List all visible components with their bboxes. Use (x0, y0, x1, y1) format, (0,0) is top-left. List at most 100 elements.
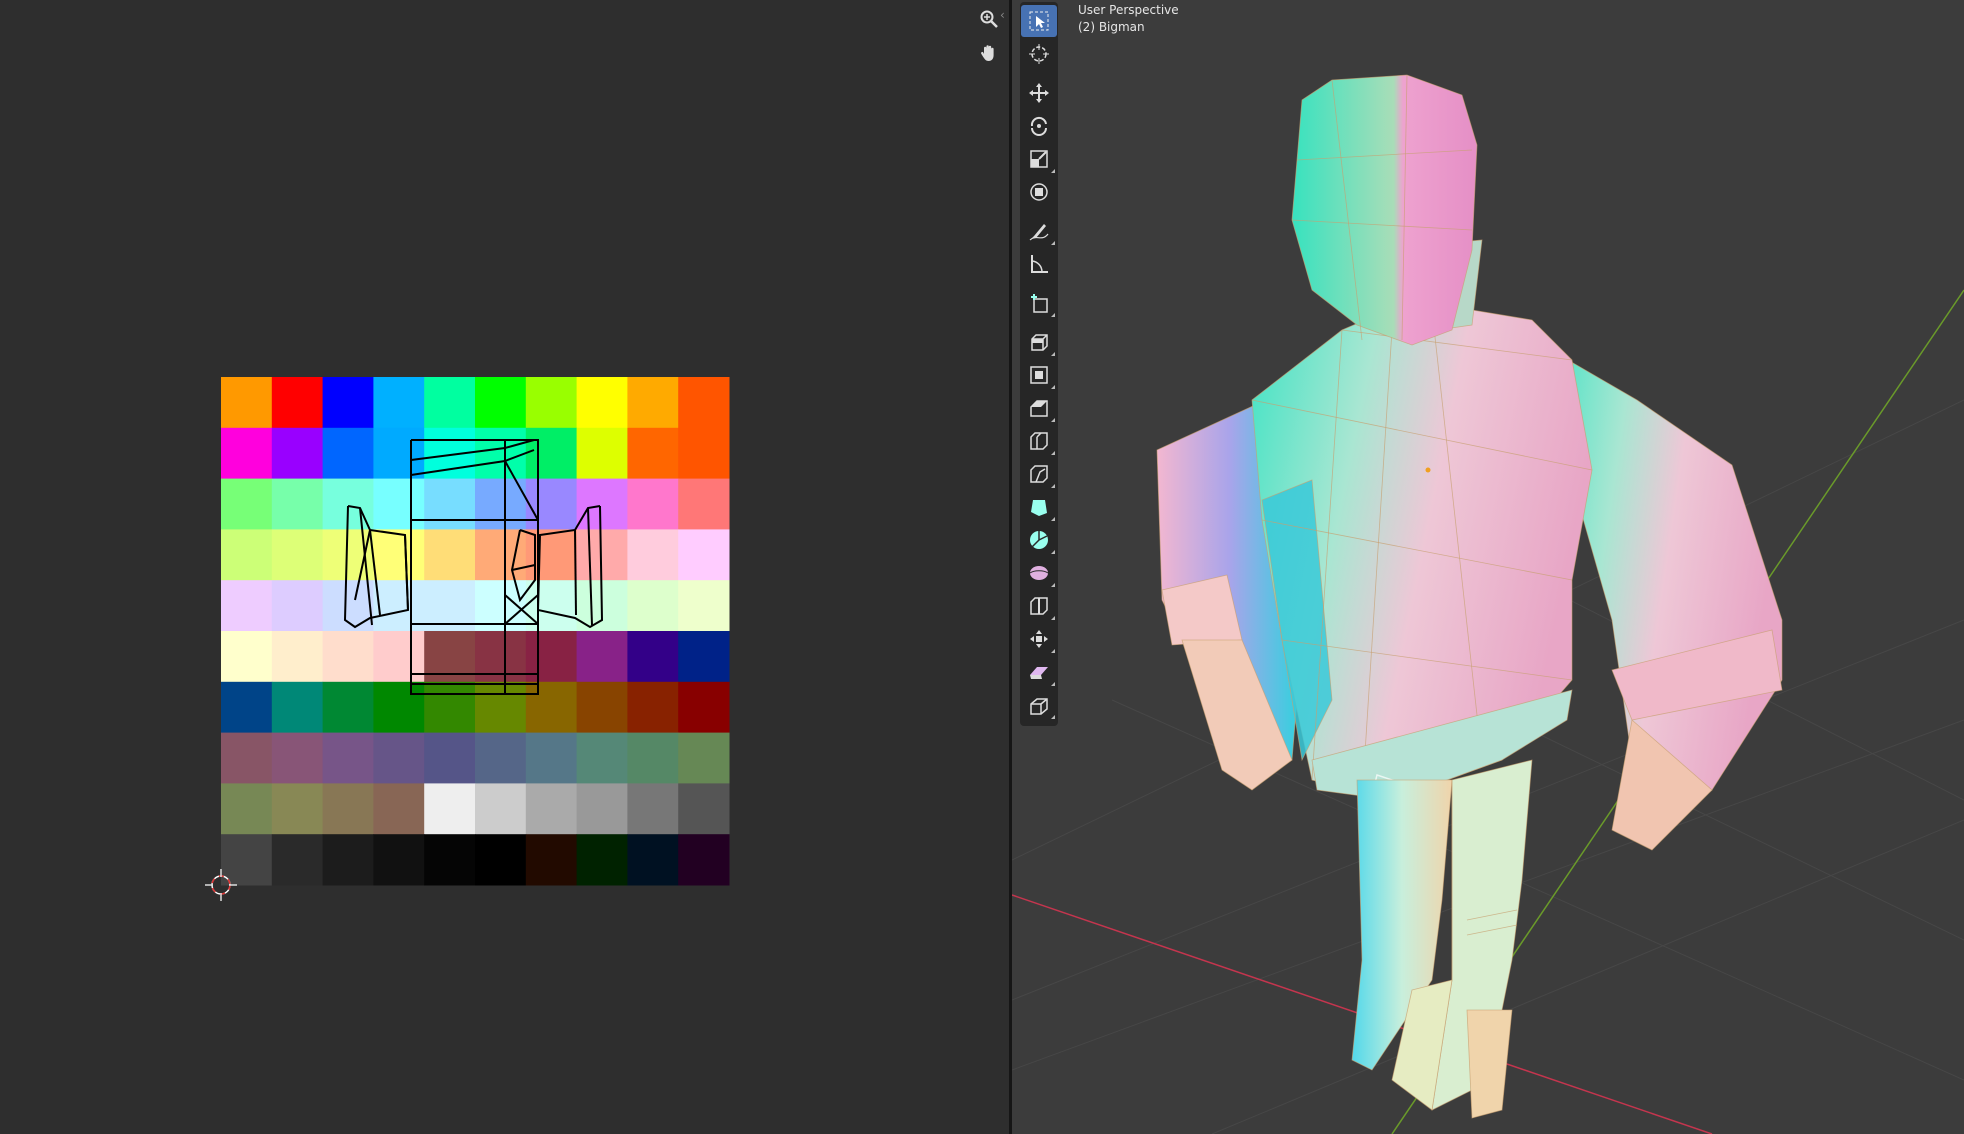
palette-swatch (475, 427, 527, 480)
palette-swatch (373, 783, 425, 835)
palette-swatch (576, 834, 628, 886)
palette-swatch (576, 377, 628, 429)
palette-swatch (424, 529, 476, 581)
palette-swatch (221, 834, 273, 886)
shear-tool[interactable] (1021, 656, 1057, 688)
palette-swatch (271, 681, 324, 734)
palette-swatch (525, 732, 578, 784)
palette-swatch (373, 478, 425, 530)
palette-swatch (576, 681, 628, 734)
palette-swatch (373, 834, 425, 886)
uv-navigation-gizmo (974, 4, 1014, 72)
select-box-tool[interactable] (1021, 5, 1057, 37)
extrude-region-tool[interactable] (1021, 326, 1057, 358)
uv-canvas[interactable] (0, 0, 1009, 1134)
3d-viewport[interactable] (1012, 0, 1964, 1134)
palette-swatch (271, 427, 324, 480)
palette-swatch (322, 427, 374, 480)
knife-tool[interactable] (1021, 458, 1057, 490)
bigman-mesh (1156, 74, 1783, 1119)
palette-swatch (678, 377, 730, 429)
chevron-left-icon[interactable]: ‹ (1000, 8, 1005, 22)
palette-swatch (627, 732, 679, 784)
palette-swatch (221, 529, 273, 581)
palette-swatch (678, 681, 730, 734)
palette-swatch (373, 732, 425, 784)
move-tool[interactable] (1021, 77, 1057, 109)
palette-swatch (221, 478, 273, 530)
palette-swatch (271, 732, 324, 784)
palette-swatch (322, 681, 374, 734)
palette-swatch (271, 529, 324, 581)
add-cube-tool[interactable] (1021, 287, 1057, 319)
palette-swatch (627, 377, 679, 429)
palette-swatch (424, 732, 476, 784)
palette-swatch (221, 377, 273, 429)
spin-tool[interactable] (1021, 524, 1057, 556)
palette-swatch (576, 529, 628, 581)
palette-swatch (627, 427, 679, 480)
palette-swatch (221, 580, 273, 632)
shrink-fatten-tool[interactable] (1021, 623, 1057, 655)
palette-swatch (271, 377, 324, 429)
palette-swatch (627, 834, 679, 886)
color-palette-texture (221, 377, 730, 886)
palette-swatch (475, 834, 527, 886)
palette-swatch (475, 732, 527, 784)
rip-region-tool[interactable] (1021, 689, 1057, 721)
palette-swatch (221, 732, 273, 784)
edge-slide-tool[interactable] (1021, 590, 1057, 622)
palette-swatch (373, 681, 425, 734)
scale-tool[interactable] (1021, 143, 1057, 175)
palette-swatch (525, 377, 578, 429)
palette-swatch (525, 681, 578, 734)
palette-swatch (525, 427, 578, 480)
palette-swatch (424, 681, 476, 734)
palette-swatch (678, 580, 730, 632)
active-object-label: (2) Bigman (1078, 20, 1145, 34)
rotate-tool[interactable] (1021, 110, 1057, 142)
poly-build-tool[interactable] (1021, 491, 1057, 523)
palette-swatch (627, 783, 679, 835)
bevel-tool[interactable] (1021, 392, 1057, 424)
smooth-tool[interactable] (1021, 557, 1057, 589)
palette-swatch (678, 631, 730, 683)
loop-cut-tool[interactable] (1021, 425, 1057, 457)
palette-swatch (576, 732, 628, 784)
palette-swatch (221, 681, 273, 734)
inset-faces-tool[interactable] (1021, 359, 1057, 391)
palette-swatch (475, 377, 527, 429)
palette-swatch (678, 783, 730, 835)
measure-tool[interactable] (1021, 248, 1057, 280)
palette-swatch (424, 834, 476, 886)
palette-swatch (678, 529, 730, 581)
palette-swatch (221, 427, 273, 480)
palette-swatch (271, 783, 324, 835)
palette-swatch (627, 478, 679, 530)
tool-shelf (1020, 2, 1058, 726)
palette-swatch (627, 529, 679, 581)
scene-canvas[interactable] (1012, 0, 1964, 1134)
uv-editor-area[interactable]: ‹ (0, 0, 1009, 1134)
palette-swatch (221, 783, 273, 835)
palette-swatch (271, 631, 324, 683)
palette-swatch (322, 580, 374, 632)
palette-swatch (576, 427, 628, 480)
palette-swatch (322, 834, 374, 886)
palette-swatch (678, 478, 730, 530)
transform-tool[interactable] (1021, 176, 1057, 208)
perspective-label: User Perspective (1078, 3, 1179, 17)
hand-pan-icon[interactable] (974, 38, 1004, 68)
object-origin-dot (1425, 467, 1431, 473)
palette-swatch (525, 834, 578, 886)
palette-swatch (678, 732, 730, 784)
palette-swatch (576, 478, 628, 530)
annotate-tool[interactable] (1021, 215, 1057, 247)
cursor-tool[interactable] (1021, 38, 1057, 70)
palette-swatch (373, 377, 425, 429)
palette-swatch (678, 427, 730, 480)
palette-swatch (576, 783, 628, 835)
palette-swatch (322, 377, 374, 429)
palette-swatch (271, 580, 324, 632)
palette-swatch (373, 427, 425, 480)
